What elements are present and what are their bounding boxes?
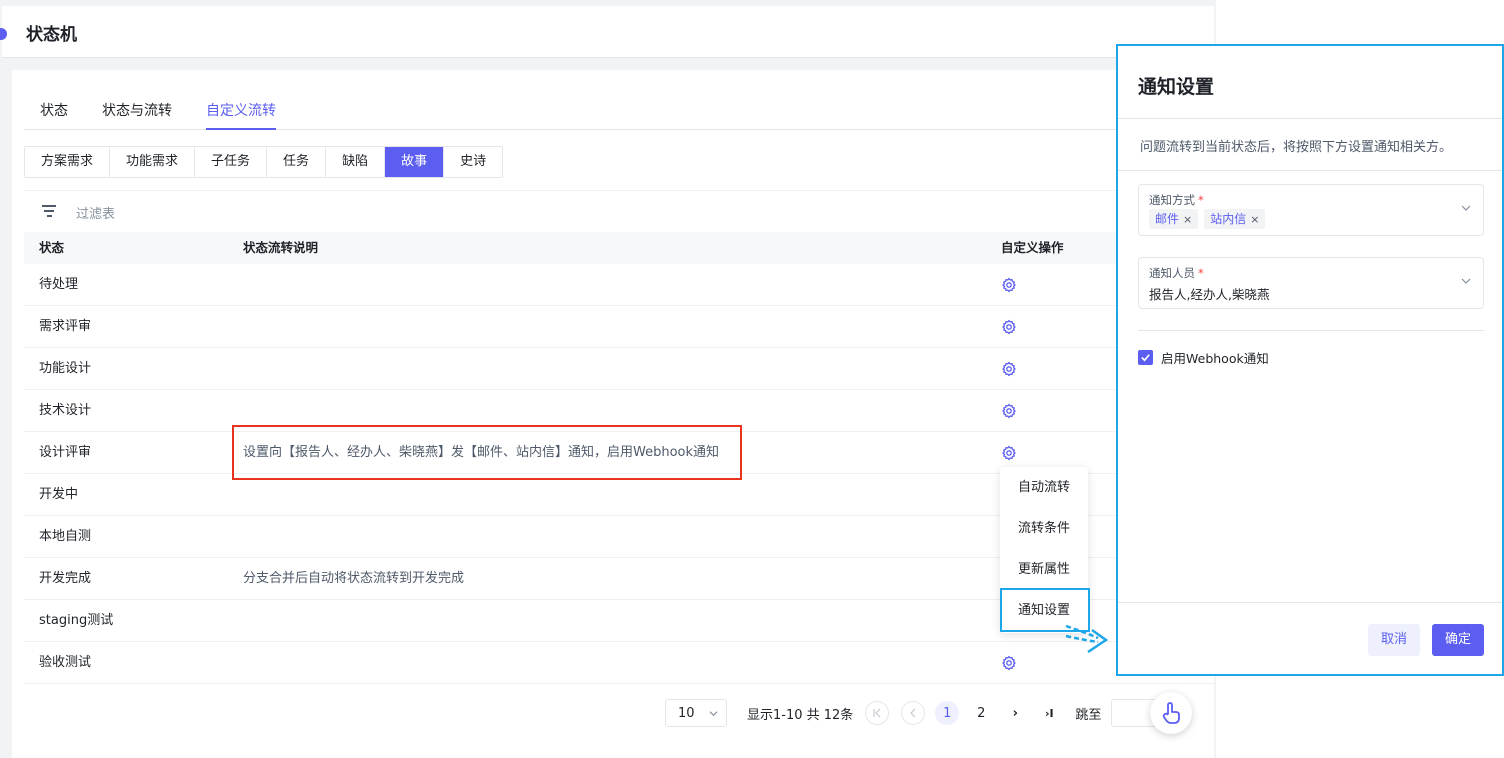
tab-status-transition[interactable]: 状态与流转 <box>102 100 172 128</box>
row-status: 技术设计 <box>39 403 92 418</box>
first-page-button[interactable] <box>865 701 890 725</box>
tab-status[interactable]: 状态 <box>40 100 68 128</box>
row-action[interactable] <box>1001 264 1017 306</box>
segment-task[interactable]: 任务 <box>267 147 327 177</box>
tag-email: 邮件 × <box>1149 209 1199 229</box>
last-page-button[interactable]: ›I <box>1037 701 1061 725</box>
people-label: 通知人员 * <box>1149 266 1204 280</box>
prev-page-button[interactable] <box>901 701 926 725</box>
row-action[interactable] <box>1001 390 1017 432</box>
row-status: 待处理 <box>39 277 79 292</box>
notification-method-select[interactable]: 通知方式 * 邮件 × 站内信 × <box>1138 184 1484 236</box>
gear-icon[interactable] <box>1001 655 1017 671</box>
cancel-button[interactable]: 取消 <box>1368 624 1421 656</box>
header-indicator <box>0 28 7 40</box>
row-status: 设计评审 <box>39 445 92 460</box>
drawer-divider <box>1118 602 1502 603</box>
drawer-title: 通知设置 <box>1138 76 1215 98</box>
segment-story[interactable]: 故事 <box>385 147 445 177</box>
page-1-button[interactable]: 1 <box>935 701 960 725</box>
table-header: 状态 状态流转说明 自定义操作 <box>24 232 1214 264</box>
webhook-label: 启用Webhook通知 <box>1161 351 1269 366</box>
tag-remove-icon[interactable]: × <box>1250 213 1259 226</box>
jump-label: 跳至 <box>1075 707 1102 723</box>
gear-icon[interactable] <box>1001 361 1017 377</box>
filter-bar[interactable]: 过滤表 <box>24 190 1214 232</box>
tag-inbox: 站内信 × <box>1204 209 1266 229</box>
filter-label: 过滤表 <box>76 207 116 222</box>
menu-item-auto-transition[interactable]: 自动流转 <box>1000 467 1088 508</box>
table-row: 验收测试 <box>24 642 1214 684</box>
filter-icon <box>42 205 56 217</box>
page-size-value: 10 <box>678 705 695 721</box>
segment-solution-req[interactable]: 方案需求 <box>25 147 111 177</box>
segment-feature-req[interactable]: 功能需求 <box>110 147 196 177</box>
assistant-button[interactable] <box>1150 692 1192 734</box>
first-page-icon <box>873 708 881 718</box>
touch-hand-icon <box>1162 702 1180 724</box>
row-status: 开发中 <box>39 487 79 502</box>
gear-icon[interactable] <box>1001 277 1017 293</box>
tab-custom-transition[interactable]: 自定义流转 <box>206 100 276 130</box>
page-2-button[interactable]: 2 <box>969 701 993 725</box>
page-size-select[interactable]: 10 <box>665 699 727 727</box>
webhook-checkbox[interactable]: 启用Webhook通知 <box>1138 348 1269 367</box>
drawer-divider <box>1118 118 1502 119</box>
table-row: 功能设计 <box>24 348 1214 390</box>
gear-icon[interactable] <box>1001 319 1017 335</box>
drawer-hint: 问题流转到当前状态后，将按照下方设置通知相关方。 <box>1140 140 1453 155</box>
tab-bar: 状态 状态与流转 自定义流转 <box>24 98 1214 130</box>
table-row: 需求评审 <box>24 306 1214 348</box>
page-title: 状态机 <box>26 25 77 45</box>
main-card: 状态 状态与流转 自定义流转 方案需求 功能需求 子任务 任务 缺陷 故事 史诗… <box>12 70 1214 758</box>
segment-epic[interactable]: 史诗 <box>444 147 503 177</box>
menu-item-transition-condition[interactable]: 流转条件 <box>1000 508 1088 549</box>
notification-settings-drawer: 通知设置 问题流转到当前状态后，将按照下方设置通知相关方。 通知方式 * 邮件 × … <box>1116 44 1504 676</box>
chevron-down-icon <box>1461 278 1471 284</box>
row-description: 分支合并后自动将状态流转到开发完成 <box>243 571 465 586</box>
pointer-arrow-icon <box>1065 624 1109 654</box>
column-custom-action: 自定义操作 <box>1001 240 1064 255</box>
gear-icon[interactable] <box>1001 445 1017 461</box>
row-action[interactable] <box>1001 642 1017 684</box>
description-highlight <box>232 425 742 480</box>
table-row: 待处理 <box>24 264 1214 306</box>
column-description: 状态流转说明 <box>243 240 319 255</box>
checkbox-checked-icon <box>1138 350 1153 365</box>
row-status: 开发完成 <box>39 571 92 586</box>
row-action[interactable] <box>1001 306 1017 348</box>
chevron-down-icon <box>1461 205 1471 211</box>
segment-subtask[interactable]: 子任务 <box>195 147 268 177</box>
row-status: 功能设计 <box>39 361 92 376</box>
page-header: 状态机 <box>0 6 1214 58</box>
confirm-button[interactable]: 确定 <box>1432 624 1485 656</box>
drawer-divider <box>1118 170 1502 171</box>
row-status: 本地自测 <box>39 529 92 544</box>
row-status: 验收测试 <box>39 655 92 670</box>
chevron-left-icon <box>910 708 916 718</box>
method-label: 通知方式 * <box>1149 193 1204 207</box>
menu-item-update-attribute[interactable]: 更新属性 <box>1000 549 1088 590</box>
row-status: staging测试 <box>39 613 114 628</box>
pagination: 10 显示1-10 共 12条 1 2 › ›I 跳至 <box>665 698 1158 728</box>
drawer-divider <box>1138 330 1484 331</box>
issue-type-selector: 方案需求 功能需求 子任务 任务 缺陷 故事 史诗 <box>24 146 504 178</box>
row-action[interactable] <box>1001 348 1017 390</box>
notification-people-select[interactable]: 通知人员 * 报告人,经办人,柴晓燕 <box>1138 257 1484 309</box>
column-status: 状态 <box>39 240 65 255</box>
next-page-button[interactable]: › <box>1003 701 1027 725</box>
row-status: 需求评审 <box>39 319 92 334</box>
chevron-down-icon <box>709 710 718 716</box>
page-info: 显示1-10 共 12条 <box>747 707 854 723</box>
tag-remove-icon[interactable]: × <box>1183 213 1192 226</box>
people-value: 报告人,经办人,柴晓燕 <box>1149 287 1270 302</box>
gear-icon[interactable] <box>1001 403 1017 419</box>
method-tags: 邮件 × 站内信 × <box>1149 209 1271 229</box>
segment-bug[interactable]: 缺陷 <box>326 147 386 177</box>
